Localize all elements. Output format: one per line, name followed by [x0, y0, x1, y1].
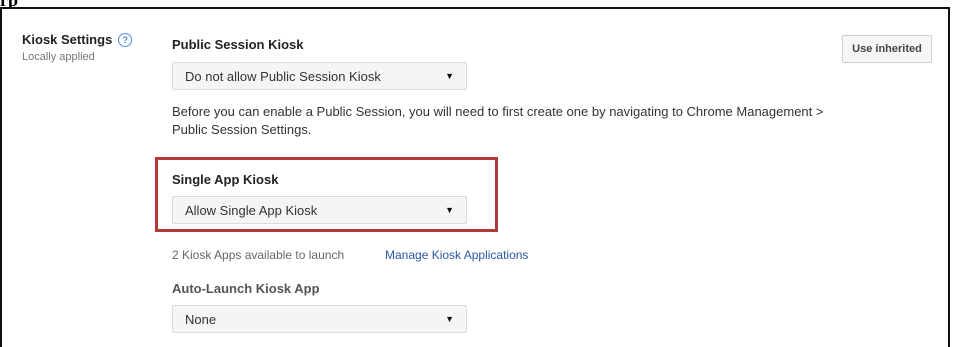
single-app-select[interactable]: Allow Single App Kiosk ▼: [172, 196, 467, 224]
auto-launch-selected-value: None: [185, 311, 217, 327]
locally-applied-label: Locally applied: [22, 51, 95, 63]
dropdown-caret-icon: ▼: [445, 314, 454, 324]
auto-launch-label: Auto-Launch Kiosk App: [172, 281, 320, 296]
top-cropped-text: rp: [0, 0, 18, 7]
help-icon[interactable]: ?: [118, 32, 133, 47]
kiosk-settings-header: Kiosk Settings ? Locally applied: [22, 32, 133, 63]
single-app-selected-value: Allow Single App Kiosk: [185, 202, 318, 218]
public-session-selected-value: Do not allow Public Session Kiosk: [185, 68, 381, 84]
public-session-info: Before you can enable a Public Session, …: [172, 104, 824, 137]
manage-kiosk-applications-link[interactable]: Manage Kiosk Applications: [385, 248, 528, 262]
auto-launch-select[interactable]: None ▼: [172, 305, 467, 333]
dropdown-caret-icon: ▼: [445, 71, 454, 81]
use-inherited-button[interactable]: Use inherited: [842, 35, 932, 63]
single-app-label: Single App Kiosk: [172, 172, 279, 187]
kiosk-settings-title: Kiosk Settings: [22, 32, 113, 47]
kiosk-apps-count: 2 Kiosk Apps available to launch: [172, 248, 345, 262]
public-session-select[interactable]: Do not allow Public Session Kiosk ▼: [172, 62, 467, 90]
public-session-label: Public Session Kiosk: [172, 37, 304, 52]
dropdown-caret-icon: ▼: [445, 205, 454, 215]
